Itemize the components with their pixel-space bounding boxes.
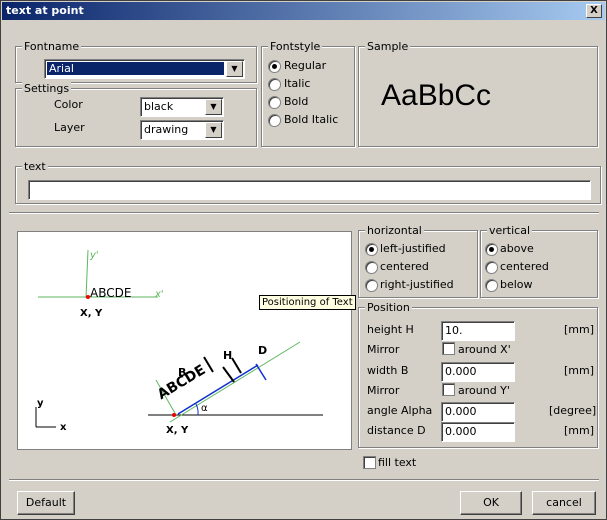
vertical-group: vertical above centered below — [480, 224, 598, 298]
position-legend: Position — [365, 301, 412, 314]
width-value: 0.000 — [445, 365, 477, 378]
diagram-y-prime: y' — [90, 250, 99, 261]
fontstyle-radio-bold-italic[interactable] — [268, 114, 281, 127]
color-label: Color — [54, 98, 83, 111]
distance-value: 0.000 — [445, 425, 477, 438]
sample-preview: AaBbCc — [381, 79, 492, 112]
close-button[interactable]: X — [586, 4, 602, 18]
chevron-down-icon[interactable]: ▼ — [205, 122, 222, 138]
mirror-y-check-label: around Y' — [458, 384, 510, 397]
fontstyle-radio-regular[interactable] — [268, 60, 281, 73]
chevron-down-icon[interactable]: ▼ — [205, 99, 222, 115]
chevron-down-icon[interactable]: ▼ — [226, 61, 243, 77]
mirror-x-label: Mirror — [367, 343, 400, 356]
fontstyle-label-regular: Regular — [284, 59, 327, 72]
horizontal-label-left: left-justified — [380, 242, 446, 255]
positioning-tooltip: Positioning of Text — [259, 295, 356, 310]
distance-input[interactable]: 0.000 — [441, 422, 515, 442]
separator — [9, 212, 599, 214]
vertical-legend: vertical — [487, 224, 533, 237]
horizontal-label-centered: centered — [380, 260, 429, 273]
diagram-axis-y: y — [37, 398, 44, 409]
fontname-group: Fontname Arial ▼ — [15, 40, 257, 83]
text-group: text — [15, 160, 601, 204]
angle-unit: [degree] — [549, 404, 597, 417]
dialog-window: text at point X Fontname Arial ▼ Setting… — [0, 0, 607, 520]
mirror-x-checkbox[interactable] — [442, 342, 455, 355]
fontname-value: Arial — [47, 62, 224, 75]
layer-label: Layer — [54, 121, 85, 134]
fontstyle-label-italic: Italic — [284, 77, 311, 90]
fontname-legend: Fontname — [22, 40, 82, 53]
text-legend: text — [22, 160, 48, 173]
title-bar[interactable]: text at point X — [2, 2, 605, 20]
diagram-axis-x: x — [60, 422, 67, 433]
width-unit: [mm] — [564, 364, 595, 377]
diagram-h-label: H — [223, 349, 233, 362]
window-title: text at point — [6, 4, 84, 17]
layer-combo[interactable]: drawing ▼ — [140, 120, 224, 140]
height-input[interactable]: 10. — [441, 321, 515, 341]
fill-text-checkbox[interactable] — [363, 456, 376, 469]
height-unit: [mm] — [564, 323, 595, 336]
width-label: width B — [367, 364, 409, 377]
distance-unit: [mm] — [564, 424, 595, 437]
fontstyle-label-bold: Bold — [284, 95, 309, 108]
horizontal-group: horizontal left-justified centered right… — [358, 224, 478, 298]
horizontal-label-right: right-justified — [380, 278, 454, 291]
fill-text-label: fill text — [378, 456, 417, 469]
ok-button[interactable]: OK — [460, 491, 522, 515]
horizontal-radio-centered[interactable] — [365, 261, 378, 274]
diagram-svg — [35, 249, 323, 428]
fontstyle-label-bold-italic: Bold Italic — [284, 113, 339, 126]
fontstyle-group: Fontstyle Regular Italic Bold Bold Itali… — [261, 40, 355, 147]
settings-group: Settings Color black ▼ Layer drawing ▼ — [15, 82, 257, 147]
angle-label: angle Alpha — [367, 404, 433, 417]
fontname-combo[interactable]: Arial ▼ — [44, 59, 245, 79]
vertical-label-centered: centered — [500, 260, 549, 273]
horizontal-radio-right[interactable] — [365, 279, 378, 292]
angle-value: 0.000 — [445, 405, 477, 418]
sample-group: Sample AaBbCc — [358, 40, 598, 147]
diagram-upper-label: ABCDE — [90, 286, 132, 300]
diagram-alpha-label: α — [201, 403, 208, 414]
mirror-y-label: Mirror — [367, 384, 400, 397]
separator — [9, 479, 599, 481]
vertical-radio-above[interactable] — [485, 243, 498, 256]
text-input[interactable] — [28, 180, 591, 200]
diagram-upper-xy: X, Y — [80, 308, 103, 319]
positioning-diagram: ABCDE X, Y y' x' ABCDE X, Y y x B H D α — [17, 231, 352, 450]
layer-value: drawing — [144, 123, 189, 136]
horizontal-legend: horizontal — [365, 224, 424, 237]
fontstyle-radio-italic[interactable] — [268, 78, 281, 91]
diagram-b-label: B — [178, 366, 187, 379]
settings-legend: Settings — [22, 82, 72, 95]
vertical-radio-centered[interactable] — [485, 261, 498, 274]
horizontal-radio-left[interactable] — [365, 243, 378, 256]
vertical-radio-below[interactable] — [485, 279, 498, 292]
diagram-lower-xy: X, Y — [166, 425, 189, 436]
fontstyle-legend: Fontstyle — [268, 40, 323, 53]
width-input[interactable]: 0.000 — [441, 362, 515, 382]
vertical-label-above: above — [500, 242, 534, 255]
cancel-button[interactable]: cancel — [532, 491, 596, 515]
fontstyle-radio-bold[interactable] — [268, 96, 281, 109]
default-button[interactable]: Default — [17, 491, 75, 515]
diagram-x-prime: x' — [155, 289, 164, 300]
position-group: Position height H 10. [mm] Mirror around… — [358, 301, 598, 448]
height-label: height H — [367, 323, 414, 336]
distance-label: distance D — [367, 424, 426, 437]
color-combo[interactable]: black ▼ — [140, 97, 224, 117]
diagram-d-label: D — [258, 344, 268, 357]
height-value: 10. — [445, 324, 463, 337]
color-value: black — [144, 100, 174, 113]
vertical-label-below: below — [500, 278, 533, 291]
angle-input[interactable]: 0.000 — [441, 402, 515, 422]
mirror-x-check-label: around X' — [458, 343, 511, 356]
sample-legend: Sample — [365, 40, 411, 53]
mirror-y-checkbox[interactable] — [442, 383, 455, 396]
